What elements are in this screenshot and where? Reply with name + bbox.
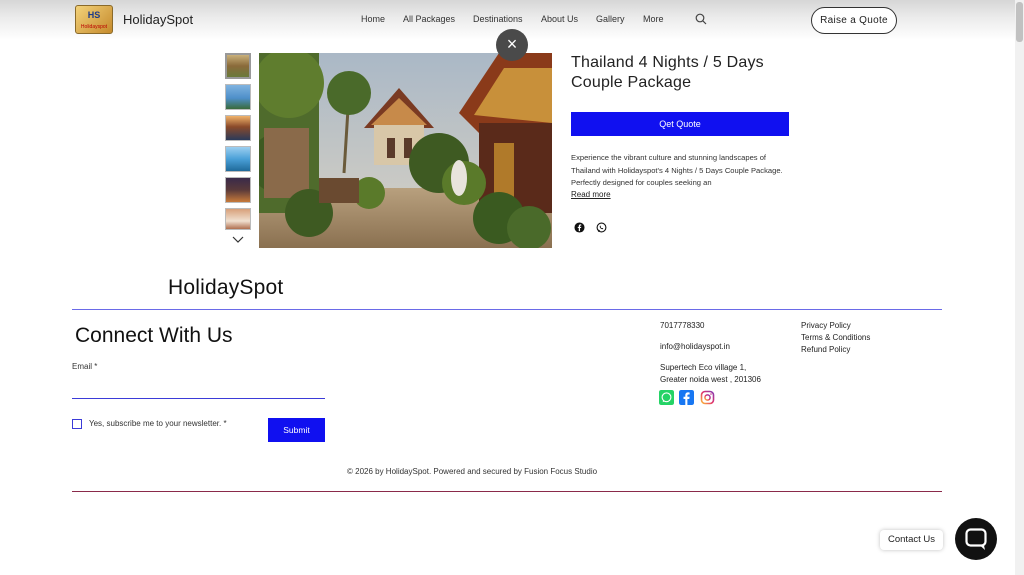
nav-all-packages[interactable]: All Packages xyxy=(403,14,455,24)
thumbnail[interactable] xyxy=(225,208,251,230)
brand-name[interactable]: HolidaySpot xyxy=(123,12,193,27)
facebook-icon[interactable] xyxy=(679,390,694,405)
contact-phone[interactable]: 7017778330 xyxy=(660,320,705,332)
whatsapp-icon[interactable] xyxy=(659,390,674,405)
nav-gallery[interactable]: Gallery xyxy=(596,14,625,24)
contact-us-label[interactable]: Contact Us xyxy=(880,530,943,550)
copyright-text: © 2026 by HolidaySpot. Powered and secur… xyxy=(347,467,598,476)
scrollbar-thumb[interactable] xyxy=(1016,2,1023,42)
nav-destinations[interactable]: Destinations xyxy=(473,14,523,24)
submit-button[interactable]: Submit xyxy=(268,418,325,442)
chat-icon xyxy=(965,528,987,550)
close-button[interactable]: × xyxy=(496,29,528,61)
newsletter-checkbox[interactable] xyxy=(72,419,82,429)
footer-divider xyxy=(72,309,942,310)
email-label: Email * xyxy=(72,362,98,371)
thumbnail[interactable] xyxy=(225,177,251,203)
email-input[interactable] xyxy=(72,398,325,399)
contact-email[interactable]: info@holidayspot.in xyxy=(660,341,730,353)
contact-address: Supertech Eco village 1, Greater noida w… xyxy=(660,363,761,384)
raise-quote-button[interactable]: Raise a Quote xyxy=(811,7,897,34)
privacy-policy-link[interactable]: Privacy Policy xyxy=(801,320,870,332)
thumbnail[interactable] xyxy=(225,53,251,79)
thumbnail[interactable] xyxy=(225,146,251,172)
read-more-link[interactable]: Read more xyxy=(571,190,611,199)
footer-links: Privacy Policy Terms & Conditions Refund… xyxy=(801,320,870,356)
nav-more[interactable]: More xyxy=(643,14,664,24)
instagram-icon[interactable] xyxy=(700,390,715,405)
nav-about-us[interactable]: About Us xyxy=(541,14,578,24)
chevron-down-icon[interactable] xyxy=(232,235,244,245)
footer-bottom-divider xyxy=(72,491,942,492)
facebook-icon[interactable] xyxy=(574,222,585,233)
nav-home[interactable]: Home xyxy=(361,14,385,24)
whatsapp-icon[interactable] xyxy=(596,222,607,233)
refund-policy-link[interactable]: Refund Policy xyxy=(801,344,870,356)
footer-brand: HolidaySpot xyxy=(168,276,284,299)
thumbnail[interactable] xyxy=(225,115,251,141)
package-photo xyxy=(259,53,552,248)
search-icon[interactable] xyxy=(695,13,707,25)
page-scrollbar[interactable] xyxy=(1015,0,1024,575)
get-quote-button[interactable]: Qet Quote xyxy=(571,112,789,136)
connect-heading: Connect With Us xyxy=(75,324,233,347)
package-description: Experience the vibrant culture and stunn… xyxy=(571,153,783,187)
chat-button[interactable] xyxy=(955,518,997,560)
newsletter-label: Yes, subscribe me to your newsletter. * xyxy=(89,419,227,428)
thumbnail[interactable] xyxy=(225,84,251,110)
package-title: Thailand 4 Nights / 5 Days Couple Packag… xyxy=(571,54,764,91)
site-logo[interactable]: HS Holidayspot xyxy=(75,5,113,34)
terms-link[interactable]: Terms & Conditions xyxy=(801,332,870,344)
